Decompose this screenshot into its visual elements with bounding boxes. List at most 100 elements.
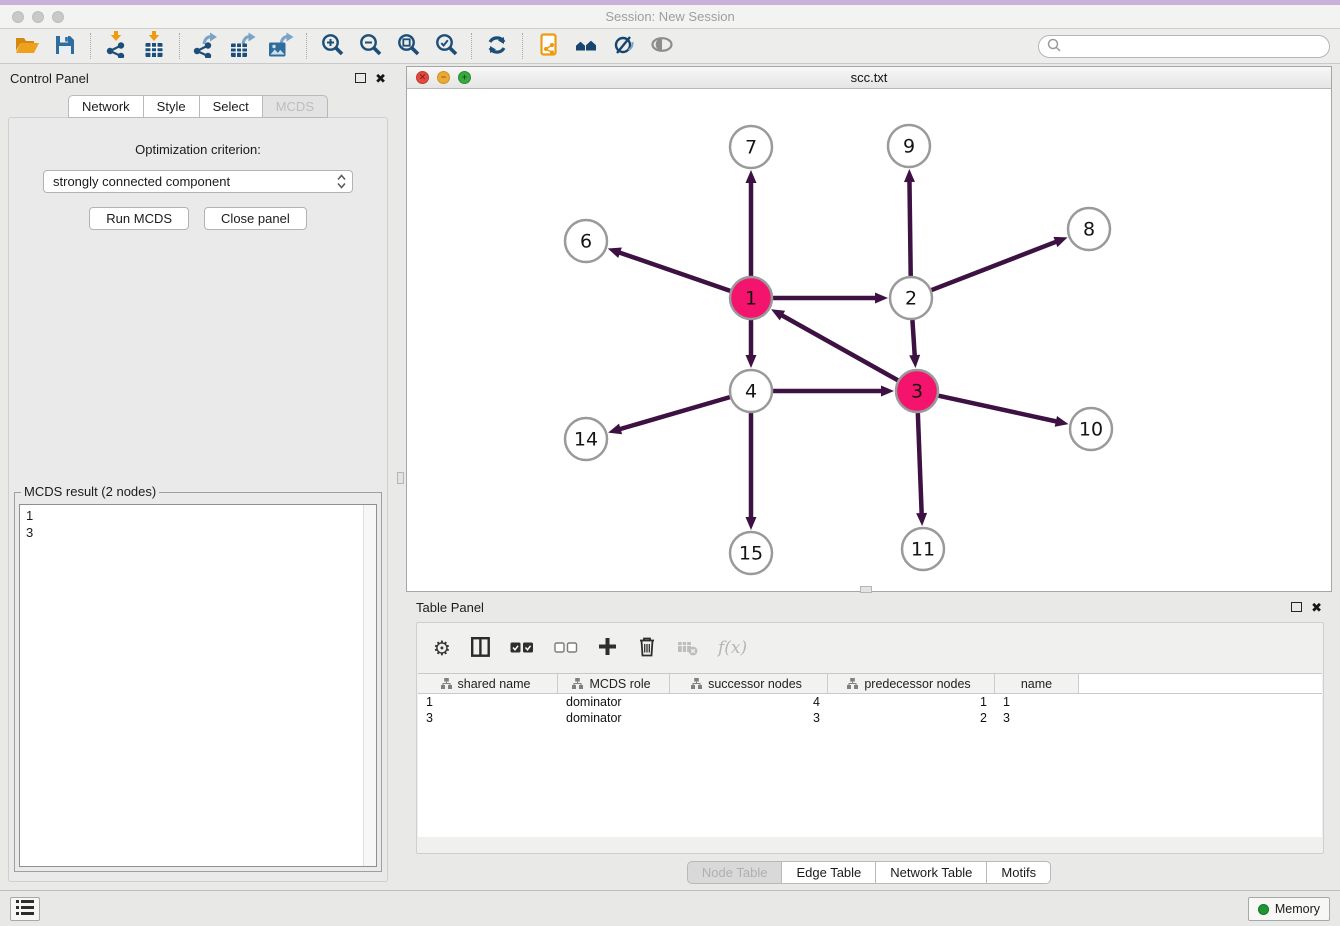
tab-edge-table[interactable]: Edge Table bbox=[781, 861, 876, 884]
mcds-result-title: MCDS result (2 nodes) bbox=[21, 484, 159, 499]
search-box[interactable] bbox=[1038, 35, 1330, 58]
table-row[interactable]: 3dominator323 bbox=[418, 710, 1322, 726]
graph-node-10[interactable]: 10 bbox=[1070, 408, 1112, 450]
graph-edge-arrowhead bbox=[904, 169, 915, 182]
delete-column-button[interactable] bbox=[637, 636, 657, 660]
tab-style[interactable]: Style bbox=[143, 95, 200, 118]
export-table-button[interactable] bbox=[224, 31, 262, 61]
zoom-out-button[interactable] bbox=[351, 31, 389, 61]
network-canvas[interactable]: 7 9 6 8 1 2 4 3 14 10 15 11 bbox=[407, 90, 1331, 591]
save-session-button[interactable] bbox=[46, 31, 84, 61]
table-settings-button[interactable]: ⚙ bbox=[433, 638, 451, 658]
graph-node-label: 10 bbox=[1079, 419, 1103, 441]
tab-mcds[interactable]: MCDS bbox=[262, 95, 328, 118]
split-pane-handle[interactable] bbox=[860, 586, 872, 593]
import-table-button[interactable] bbox=[135, 31, 173, 61]
graph-node-9[interactable]: 9 bbox=[888, 125, 930, 167]
run-mcds-button[interactable]: Run MCDS bbox=[89, 207, 189, 230]
search-input[interactable] bbox=[1061, 39, 1321, 54]
graph-node-label: 7 bbox=[745, 137, 757, 159]
graph-edge[interactable] bbox=[918, 413, 922, 515]
column-header-predecessor-nodes[interactable]: predecessor nodes bbox=[828, 674, 995, 693]
graph-edge[interactable] bbox=[938, 396, 1057, 422]
column-header-MCDS-role[interactable]: MCDS role bbox=[558, 674, 670, 693]
tab-motifs[interactable]: Motifs bbox=[986, 861, 1051, 884]
memory-button[interactable]: Memory bbox=[1248, 897, 1330, 921]
graph-node-4[interactable]: 4 bbox=[730, 370, 772, 412]
column-header-name[interactable]: name bbox=[995, 674, 1079, 693]
network-window-controls: ✕ − + bbox=[416, 71, 471, 84]
network-graph[interactable]: 7 9 6 8 1 2 4 3 14 10 15 11 bbox=[407, 90, 1331, 591]
table-row[interactable]: 1dominator411 bbox=[418, 694, 1322, 710]
maximize-view-button[interactable]: + bbox=[458, 71, 471, 84]
task-history-button[interactable] bbox=[10, 897, 40, 921]
table-cell: 3 bbox=[670, 711, 828, 725]
graph-edge[interactable] bbox=[909, 180, 910, 276]
zoom-in-button[interactable] bbox=[313, 31, 351, 61]
open-session-button[interactable] bbox=[8, 31, 46, 61]
graph-node-15[interactable]: 15 bbox=[730, 532, 772, 574]
select-all-button[interactable] bbox=[510, 641, 534, 656]
import-network-button[interactable] bbox=[97, 31, 135, 61]
network-window-titlebar[interactable]: ✕ − + scc.txt bbox=[407, 67, 1331, 89]
save-floppy-icon bbox=[55, 35, 75, 58]
float-panel-icon[interactable] bbox=[355, 73, 366, 83]
graph-edge[interactable] bbox=[932, 241, 1058, 290]
export-network-button[interactable] bbox=[186, 31, 224, 61]
export-image-button[interactable] bbox=[262, 31, 300, 61]
graph-edge[interactable] bbox=[912, 320, 914, 357]
split-pane-handle[interactable] bbox=[397, 472, 404, 484]
mcds-result-line: 1 bbox=[20, 505, 376, 524]
graph-edge[interactable] bbox=[619, 397, 730, 429]
float-panel-icon[interactable] bbox=[1291, 602, 1302, 612]
graph-edge[interactable] bbox=[781, 315, 898, 381]
tab-network-table[interactable]: Network Table bbox=[875, 861, 987, 884]
graph-node-14[interactable]: 14 bbox=[565, 418, 607, 460]
graph-node-6[interactable]: 6 bbox=[565, 220, 607, 262]
reset-home-button[interactable] bbox=[567, 31, 605, 61]
close-view-button[interactable]: ✕ bbox=[416, 71, 429, 84]
optimization-criterion-select[interactable]: strongly connected component bbox=[43, 170, 353, 193]
node-table[interactable]: shared nameMCDS rolesuccessor nodesprede… bbox=[418, 673, 1322, 837]
refresh-icon bbox=[486, 34, 508, 59]
tab-network[interactable]: Network bbox=[68, 95, 144, 118]
function-builder-button[interactable]: f(x) bbox=[718, 638, 747, 658]
tab-node-table[interactable]: Node Table bbox=[687, 861, 783, 884]
clone-network-button[interactable] bbox=[529, 31, 567, 61]
zoom-out-icon bbox=[359, 33, 382, 59]
graphics-details-button[interactable] bbox=[605, 31, 643, 61]
graph-node-2[interactable]: 2 bbox=[890, 277, 932, 319]
mcds-result-text[interactable]: 1 3 bbox=[19, 504, 377, 867]
column-header-successor-nodes[interactable]: successor nodes bbox=[670, 674, 828, 693]
close-window-button[interactable] bbox=[12, 11, 24, 23]
close-panel-icon[interactable]: ✖ bbox=[375, 72, 386, 85]
close-panel-button[interactable]: Close panel bbox=[204, 207, 307, 230]
graph-node-1[interactable]: 1 bbox=[730, 277, 772, 319]
zoom-selected-button[interactable] bbox=[427, 31, 465, 61]
delete-table-button[interactable] bbox=[677, 638, 698, 659]
export-network-icon bbox=[192, 32, 218, 61]
graph-node-3[interactable]: 3 bbox=[896, 370, 938, 412]
show-hide-button[interactable] bbox=[643, 31, 681, 61]
add-column-button[interactable] bbox=[598, 637, 617, 659]
graph-node-8[interactable]: 8 bbox=[1068, 208, 1110, 250]
zoom-fit-button[interactable] bbox=[389, 31, 427, 61]
fx-icon: f(x) bbox=[718, 638, 747, 658]
table-header-row: shared nameMCDS rolesuccessor nodesprede… bbox=[418, 674, 1322, 694]
deselect-all-button[interactable] bbox=[554, 641, 578, 656]
zoom-window-button[interactable] bbox=[52, 11, 64, 23]
minimize-view-button[interactable]: − bbox=[437, 71, 450, 84]
close-panel-icon[interactable]: ✖ bbox=[1311, 601, 1322, 614]
window-titlebar: Session: New Session bbox=[0, 5, 1340, 29]
column-visibility-button[interactable] bbox=[471, 637, 490, 660]
toolbar-separator bbox=[90, 33, 91, 59]
graph-edge[interactable] bbox=[618, 252, 730, 291]
tab-select[interactable]: Select bbox=[199, 95, 263, 118]
column-header-shared-name[interactable]: shared name bbox=[418, 674, 558, 693]
minimize-window-button[interactable] bbox=[32, 11, 44, 23]
refresh-button[interactable] bbox=[478, 31, 516, 61]
graph-node-7[interactable]: 7 bbox=[730, 126, 772, 168]
control-panel-tabs: Network Style Select MCDS bbox=[0, 95, 396, 118]
result-scrollbar[interactable] bbox=[363, 505, 376, 866]
graph-node-11[interactable]: 11 bbox=[902, 528, 944, 570]
